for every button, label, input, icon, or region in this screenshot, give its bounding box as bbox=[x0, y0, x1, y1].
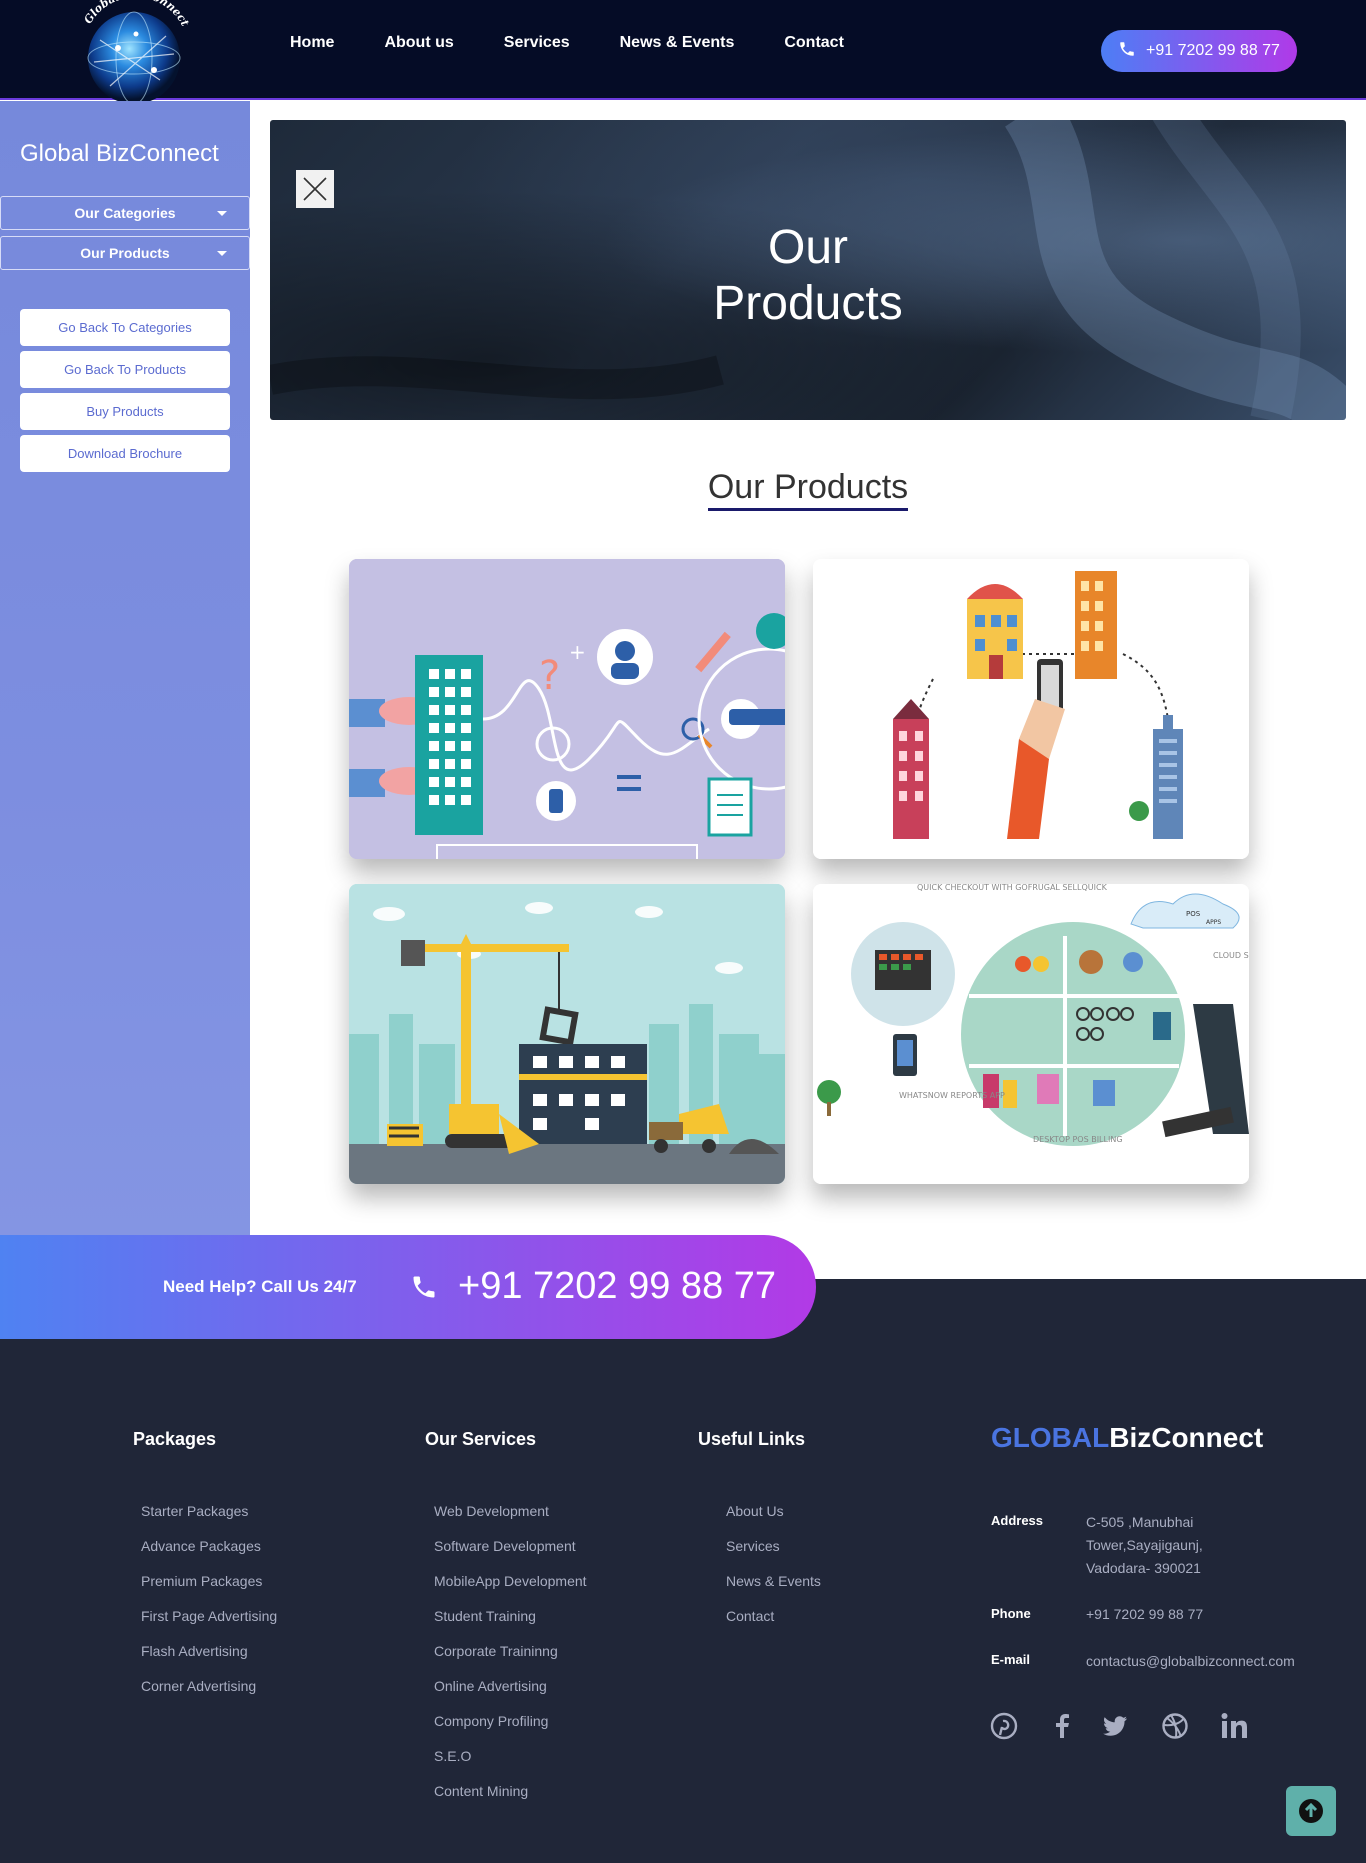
product-card-healthcare[interactable]: ? + bbox=[349, 559, 785, 859]
download-brochure-button[interactable]: Download Brochure bbox=[20, 435, 230, 472]
products-dropdown-label: Our Products bbox=[80, 245, 170, 261]
main-nav: Home About us Services News & Events Con… bbox=[290, 34, 894, 52]
footer-link-corner[interactable]: Corner Advertising bbox=[141, 1678, 256, 1694]
email-value[interactable]: contactus@globalbizconnect.com bbox=[1086, 1650, 1295, 1673]
footer-link-starter[interactable]: Starter Packages bbox=[141, 1503, 248, 1519]
call-us-number[interactable]: +91 7202 99 88 77 bbox=[458, 1265, 776, 1308]
footer-link-first-page[interactable]: First Page Advertising bbox=[141, 1608, 277, 1624]
arrow-up-icon bbox=[1299, 1799, 1323, 1823]
sidebar-title: Global BizConnect bbox=[20, 140, 219, 167]
svg-text:?: ? bbox=[539, 653, 560, 699]
phone-icon bbox=[1118, 40, 1136, 63]
footer-link-web-dev[interactable]: Web Development bbox=[434, 1503, 549, 1519]
products-dropdown[interactable]: Our Products bbox=[0, 236, 250, 270]
site-header: Global BizConnect Home About us Services… bbox=[0, 0, 1366, 110]
buy-products-button[interactable]: Buy Products bbox=[20, 393, 230, 430]
pos-caption-quick-checkout: QUICK CHECKOUT WITH GOFRUGAL SELLQUICK bbox=[917, 884, 1108, 892]
email-label: E-mail bbox=[991, 1652, 1031, 1667]
go-back-categories-button[interactable]: Go Back To Categories bbox=[20, 309, 230, 346]
footer-link-mobileapp-dev[interactable]: MobileApp Development bbox=[434, 1573, 587, 1589]
footer-link-seo[interactable]: S.E.O bbox=[434, 1748, 471, 1764]
section-title: Our Products bbox=[270, 468, 1346, 511]
footer-links-title: Useful Links bbox=[698, 1429, 806, 1449]
phone-value[interactable]: +91 7202 99 88 77 bbox=[1086, 1603, 1203, 1626]
pos-caption-whatsnow-text: WHATSNOW REPORTS APP bbox=[899, 1091, 1005, 1100]
footer-link-student-training[interactable]: Student Training bbox=[434, 1608, 536, 1624]
nav-contact[interactable]: Contact bbox=[784, 34, 844, 52]
call-us-banner[interactable]: Need Help? Call Us 24/7 +91 7202 99 88 7… bbox=[0, 1235, 816, 1339]
hotel-booking-illustration bbox=[813, 559, 1249, 859]
footer-link-online-advertising[interactable]: Online Advertising bbox=[434, 1678, 547, 1694]
go-back-products-button[interactable]: Go Back To Products bbox=[20, 351, 230, 388]
footer-link-services[interactable]: Services bbox=[726, 1538, 780, 1554]
pinterest-icon[interactable] bbox=[990, 1712, 1020, 1742]
twitter-icon[interactable] bbox=[1101, 1712, 1131, 1742]
nav-about[interactable]: About us bbox=[384, 34, 453, 52]
banner-title-line2: Products bbox=[713, 277, 903, 330]
nav-news-events[interactable]: News & Events bbox=[620, 34, 735, 52]
footer-link-company-profiling[interactable]: Compony Profiling bbox=[434, 1713, 548, 1729]
globe-logo[interactable]: Global BizConnect bbox=[70, 0, 200, 112]
footer-packages-title: Packages bbox=[133, 1429, 217, 1449]
retail-pos-illustration: QUICK CHECKOUT WITH GOFRUGAL SELLQUICK P… bbox=[813, 884, 1249, 1184]
categories-dropdown[interactable]: Our Categories bbox=[0, 196, 250, 230]
svg-text:+: + bbox=[569, 640, 586, 664]
hero-banner: Our Products bbox=[270, 120, 1346, 420]
construction-illustration bbox=[349, 884, 785, 1184]
address-line: Tower,Sayajigaunj, bbox=[1086, 1537, 1203, 1553]
product-card-construction[interactable] bbox=[349, 884, 785, 1184]
footer-brand-part2: BizConnect bbox=[1109, 1422, 1264, 1453]
pos-caption-desktop-text: DESKTOP POS BILLING bbox=[1033, 1135, 1123, 1144]
scroll-to-top-button[interactable] bbox=[1286, 1786, 1336, 1836]
nav-home[interactable]: Home bbox=[290, 34, 334, 52]
dribbble-icon[interactable] bbox=[1161, 1712, 1191, 1742]
header-phone-number: +91 7202 99 88 77 bbox=[1146, 42, 1280, 59]
footer-link-premium[interactable]: Premium Packages bbox=[141, 1573, 262, 1589]
footer-brand: GLOBALBizConnect bbox=[991, 1422, 1263, 1454]
footer-link-advance[interactable]: Advance Packages bbox=[141, 1538, 261, 1554]
footer-link-software-dev[interactable]: Software Development bbox=[434, 1538, 576, 1554]
pos-caption-apps-text: APPS bbox=[1206, 919, 1221, 926]
footer-brand-part1: GLOBAL bbox=[991, 1422, 1110, 1453]
footer-services-title: Our Services bbox=[425, 1429, 537, 1449]
footer-link-contact[interactable]: Contact bbox=[726, 1608, 774, 1624]
product-card-hotel-booking[interactable] bbox=[813, 559, 1249, 859]
footer-link-about[interactable]: About Us bbox=[726, 1503, 784, 1519]
pos-caption-cloud-text: CLOUD SOLUTION bbox=[1213, 951, 1249, 960]
pos-caption-pos-text: POS bbox=[1186, 910, 1201, 918]
facebook-icon[interactable] bbox=[1048, 1712, 1078, 1742]
footer-link-corporate-training[interactable]: Corporate Traininng bbox=[434, 1643, 558, 1659]
address-line: C-505 ,Manubhai bbox=[1086, 1514, 1194, 1530]
header-phone-button[interactable]: +91 7202 99 88 77 bbox=[1101, 30, 1297, 72]
call-us-label: Need Help? Call Us 24/7 bbox=[163, 1277, 357, 1296]
address-line: Vadodara- 390021 bbox=[1086, 1560, 1201, 1576]
phone-icon bbox=[410, 1273, 438, 1306]
healthcare-illustration: ? + bbox=[349, 559, 785, 859]
footer-link-flash[interactable]: Flash Advertising bbox=[141, 1643, 248, 1659]
banner-title-line1: Our bbox=[767, 221, 848, 274]
section-title-text: Our Products bbox=[707, 468, 909, 511]
footer-link-news[interactable]: News & Events bbox=[726, 1573, 821, 1589]
caret-down-icon bbox=[217, 251, 227, 256]
sidebar bbox=[0, 101, 250, 1236]
caret-down-icon bbox=[217, 211, 227, 216]
banner-title: Our Products bbox=[270, 220, 1346, 332]
address-value: C-505 ,Manubhai Tower,Sayajigaunj, Vadod… bbox=[1086, 1511, 1203, 1580]
footer-link-content-mining[interactable]: Content Mining bbox=[434, 1783, 528, 1799]
product-card-retail-pos[interactable]: QUICK CHECKOUT WITH GOFRUGAL SELLQUICK P… bbox=[813, 884, 1249, 1184]
close-icon[interactable] bbox=[296, 170, 334, 208]
linkedin-icon[interactable] bbox=[1220, 1712, 1250, 1742]
pos-caption-quick-checkout-text: QUICK CHECKOUT WITH GOFRUGAL SELLQUICK bbox=[917, 884, 1108, 892]
categories-dropdown-label: Our Categories bbox=[74, 205, 176, 221]
address-label: Address bbox=[991, 1513, 1044, 1528]
phone-label: Phone bbox=[991, 1606, 1031, 1621]
nav-services[interactable]: Services bbox=[504, 34, 570, 52]
